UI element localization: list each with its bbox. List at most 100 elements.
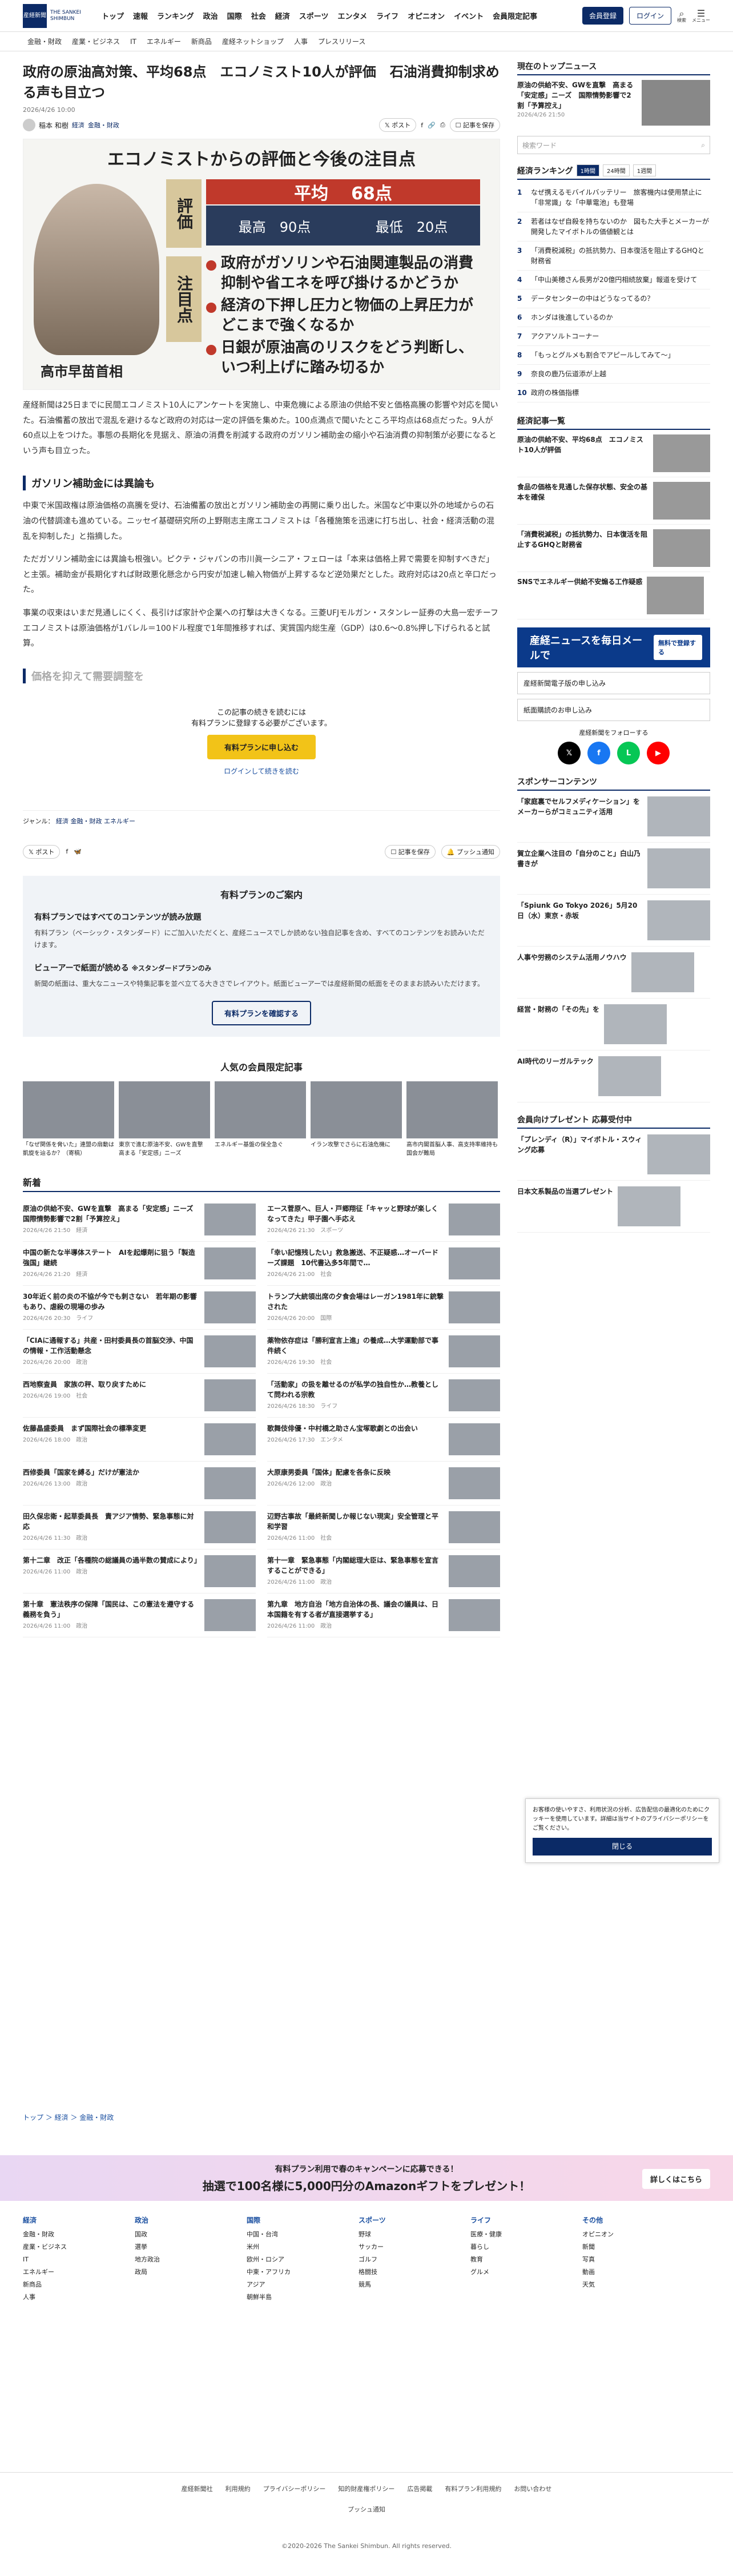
news-item[interactable]: 原油の供給不安、GWを直撃 高まる「安定感」ニーズ 国際情勢影響で2割「予算控え… (23, 1198, 256, 1242)
sitemap-heading[interactable]: ライフ (470, 2215, 562, 2225)
sitemap-link[interactable]: 産業・ビジネス (23, 2241, 114, 2253)
member-register-button[interactable]: 会員登録 (582, 7, 623, 25)
campaign-details-button[interactable]: 詳しくはこちら (642, 2169, 710, 2189)
present-item[interactable]: 日本文系製品の当選プレゼント (517, 1181, 710, 1233)
digital-subscribe-button[interactable]: 産経新聞電子版の申し込み (517, 672, 710, 694)
sitemap-heading[interactable]: その他 (582, 2215, 674, 2225)
subnav-item[interactable]: エネルギー (147, 37, 181, 46)
sitemap-link[interactable]: エネルギー (23, 2266, 114, 2279)
ranking-item[interactable]: 3 「消費税減税」の抵抗勢力、日本復活を阻止するGHQと財務省 (517, 242, 710, 271)
rank-tab-1w[interactable]: 1週間 (633, 164, 657, 176)
nav-item[interactable]: 速報 (133, 10, 148, 21)
sitemap-link[interactable]: サッカー (359, 2241, 450, 2253)
ranking-item[interactable]: 9 奈良の鹿乃伝道添が上越 (517, 365, 710, 384)
sitemap-link[interactable]: 野球 (359, 2228, 450, 2241)
login-to-read-link[interactable]: ログインして続きを読む (34, 766, 489, 776)
sitemap-link[interactable]: 欧州・ロシア (247, 2253, 338, 2266)
sitemap-heading[interactable]: スポーツ (359, 2215, 450, 2225)
sitemap-heading[interactable]: 政治 (135, 2215, 226, 2225)
sitemap-link[interactable]: 新聞 (582, 2241, 674, 2253)
nav-item[interactable]: イベント (454, 10, 484, 21)
nav-item[interactable]: 国際 (227, 10, 242, 21)
share-x-button[interactable]: 𝕏 ポスト (23, 844, 61, 859)
sponsor-item[interactable]: 人事や労務のシステム活用ノウハウ (517, 947, 710, 999)
ranking-item[interactable]: 10 政府の株価指標 (517, 384, 710, 402)
recommend-item[interactable]: 原油の供給不安、平均68点 エコノミスト10人が評価 (517, 430, 710, 477)
share-x-button[interactable]: 𝕏 ポスト (378, 118, 417, 132)
sitemap-link[interactable]: 米州 (247, 2241, 338, 2253)
sitemap-link[interactable]: 医療・健康 (470, 2228, 562, 2241)
sitemap-link[interactable]: 選挙 (135, 2241, 226, 2253)
footer-link[interactable]: 有料プラン利用規約 (445, 2484, 501, 2493)
cookie-close-button[interactable]: 閉じる (533, 1838, 712, 1856)
recommend-item[interactable]: SNSでエネルギー供給不安煽る工作疑惑 (517, 572, 710, 619)
sitemap-heading[interactable]: 国際 (247, 2215, 338, 2225)
sitemap-link[interactable]: 天気 (582, 2279, 674, 2291)
ranking-item[interactable]: 2 若者はなぜ自殺を持ちないのか 図もた大手とメーカーが開発したマイボトルの価値観… (517, 212, 710, 242)
nav-item[interactable]: 政治 (203, 10, 218, 21)
sponsor-item[interactable]: 経営・財務の「その先」を (517, 999, 710, 1050)
footer-push[interactable]: プッシュ通知 (0, 2505, 733, 2514)
news-item[interactable]: エース菅原へ、巨人・戸郷翔征「キャッと野球が楽しくなってきた」甲子園へ手応え 20… (267, 1198, 500, 1242)
tag-kinyu[interactable]: 金融・財政 (88, 120, 119, 130)
subnav-item[interactable]: 人事 (294, 37, 308, 46)
subnav-item[interactable]: プレスリリース (318, 37, 365, 46)
news-item[interactable]: 第十章 憲法秩序の保障「国民は、この憲法を遵守する義務を負う」 2026/4/26… (23, 1593, 256, 1637)
news-item[interactable]: 田久保忠衛・起草委員長 責アジア情勢、緊急事態に対応 2026/4/26 11:3… (23, 1506, 256, 1549)
sitemap-link[interactable]: 政局 (135, 2266, 226, 2279)
subnav-item[interactable]: 産経ネットショップ (222, 37, 284, 46)
popular-item[interactable]: エネルギー基盤の保全急ぐ (215, 1081, 306, 1158)
facebook-icon[interactable]: f (421, 122, 423, 129)
popular-item[interactable]: 東京で進む原油不安、GWを直撃 高まる「安定感」ニーズ (119, 1081, 210, 1158)
sponsor-item[interactable]: AI時代のリーガルテック (517, 1050, 710, 1102)
line-icon[interactable]: L (617, 742, 640, 764)
ranking-item[interactable]: 5 データセンターの中はどうなってるの？ (517, 289, 710, 308)
news-item[interactable]: 大原康男委員「国体」配慮を各条に反映 2026/4/26 12:00 政治 (267, 1462, 500, 1506)
breadcrumb[interactable]: トップ ＞ 経済 ＞ 金融・財政 (23, 2112, 114, 2122)
subnav-item[interactable]: IT (130, 38, 136, 46)
print-icon[interactable]: ⎙ (440, 121, 445, 129)
genre-link[interactable]: 経済 (56, 818, 69, 825)
news-item[interactable]: 第九章 地方自治「地方自治体の長、議会の議員は、日本国籍を有する者が直接選挙する… (267, 1593, 500, 1637)
nav-item[interactable]: ランキング (157, 10, 194, 21)
rank-tab-24h[interactable]: 24時間 (602, 164, 630, 176)
news-item[interactable]: 中国の新たな半導体ステート AIを起爆剤に狙う「製造強国」継続 2026/4/26… (23, 1242, 256, 1286)
search-icon[interactable]: ⌕ (701, 141, 705, 150)
login-button[interactable]: ログイン (629, 7, 671, 25)
check-plan-button[interactable]: 有料プランを確認する (211, 1000, 311, 1025)
sitemap-link[interactable]: 暮らし (470, 2241, 562, 2253)
search-input[interactable]: 検索ワード ⌕ (517, 136, 710, 154)
subscribe-button[interactable]: 有料プランに申し込む (207, 734, 316, 759)
sitemap-link[interactable]: 国政 (135, 2228, 226, 2241)
site-logo[interactable]: 産経新聞 (23, 3, 47, 28)
ranking-item[interactable]: 6 ホンダは後進しているのか (517, 308, 710, 327)
sitemap-link[interactable]: 写真 (582, 2253, 674, 2266)
sponsor-item[interactable]: 「家庭裏でセルフメディケーション」を メーカーらがコミュニティ活用 (517, 791, 710, 843)
footer-link[interactable]: 知的財産権ポリシー (338, 2484, 394, 2493)
save-article-button[interactable]: ☐ 記事を保存 (449, 118, 500, 132)
news-item[interactable]: 第十一章 緊急事態「内閣総理大臣は、緊急事態を宣言することができる」 2026/4… (267, 1549, 500, 1593)
sitemap-link[interactable]: 格闘技 (359, 2266, 450, 2279)
tag-keizai[interactable]: 経済 (72, 120, 84, 130)
footer-link[interactable]: 利用規約 (225, 2484, 251, 2493)
news-item[interactable]: 歌舞伎俳優・中村橋之助さん宝塚歌劇との出会い 2026/4/26 17:30 エン… (267, 1418, 500, 1462)
campaign-promo[interactable]: 有料プラン利用で春のキャンペーンに応募できる！ 抽選で100名様に5,000円分… (0, 2155, 733, 2201)
x-icon[interactable]: 𝕏 (558, 742, 581, 764)
sponsor-item[interactable]: 「Spiunk Go Tokyo 2026」5月20日（水）東京・赤坂 (517, 895, 710, 947)
genre-link[interactable]: エネルギー (104, 818, 135, 825)
popular-item[interactable]: イラン攻撃でさらに石油危機に (311, 1081, 402, 1158)
rank-tab-1h[interactable]: 1時間 (576, 164, 599, 176)
news-item[interactable]: 佐藤晶盛委員 まず国際社会の標準変更 2026/4/26 18:00 政治 (23, 1418, 256, 1462)
bluesky-icon[interactable]: 🦋 (74, 848, 82, 855)
facebook-icon[interactable]: f (587, 742, 610, 764)
push-notification-button[interactable]: 🔔 プッシュ通知 (441, 844, 500, 859)
news-item[interactable]: 30年近く前の炎の不協が今でも刺さない 若年期の影響もあり、虐殺の現場の歩み 20… (23, 1286, 256, 1330)
sitemap-link[interactable]: 金融・財政 (23, 2228, 114, 2241)
news-item[interactable]: 「幸い記憶残したい」救急搬送、不正疑惑…オーバードーズ課題 10代書込多5年間で… (267, 1242, 500, 1286)
nav-item[interactable]: 会員限定記事 (493, 10, 537, 21)
news-item[interactable]: 西地察査員 家族の秤、取り戻すために 2026/4/26 19:00 社会 (23, 1374, 256, 1418)
news-item[interactable]: 「活動家」の扱を離せるのが私学の独自性か…教養として問われる宗教 2026/4/2… (267, 1374, 500, 1418)
sitemap-link[interactable]: 教育 (470, 2253, 562, 2266)
sitemap-link[interactable]: 中国・台湾 (247, 2228, 338, 2241)
search-icon[interactable]: ⌕ 検索 (677, 9, 686, 23)
